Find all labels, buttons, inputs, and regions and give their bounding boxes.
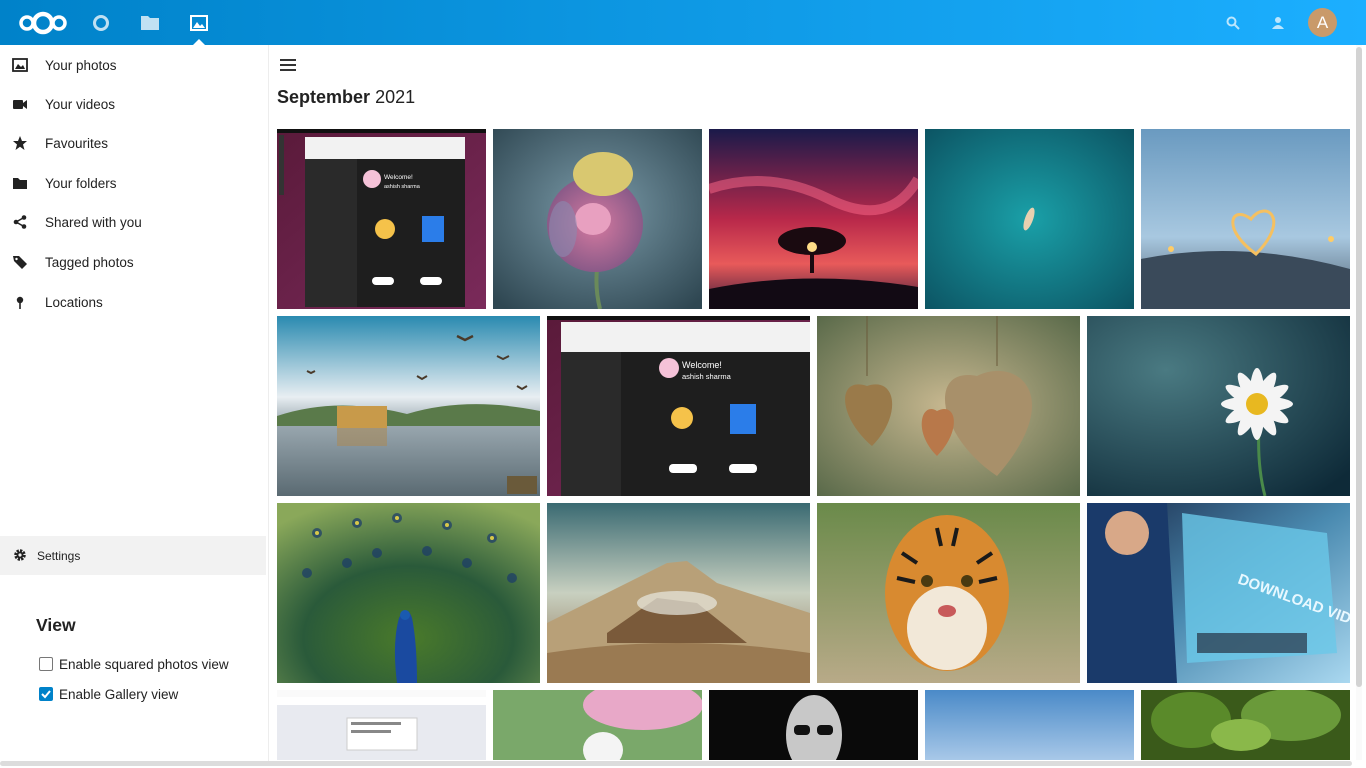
- star-icon: [13, 136, 27, 150]
- checkbox-unchecked[interactable]: [39, 657, 53, 671]
- check-icon: [41, 690, 51, 699]
- photo-woman-sunglasses[interactable]: [709, 690, 918, 760]
- gear-icon: [14, 549, 26, 561]
- nav-item-locations[interactable]: Locations: [0, 282, 269, 322]
- welcome-text: Welcome!: [384, 174, 413, 181]
- video-icon: [13, 100, 27, 109]
- photo-download-video[interactable]: DOWNLOAD VIDEO: [1087, 503, 1350, 683]
- view-settings-title: View: [36, 615, 76, 635]
- user-name-text: ashish sharma: [384, 184, 421, 190]
- photo-screenshot-welcome[interactable]: Welcome! ashish sharma: [277, 129, 486, 309]
- contacts-icon[interactable]: [1256, 0, 1300, 45]
- settings-button[interactable]: Settings: [0, 536, 266, 575]
- nav-item-tagged-photos[interactable]: Tagged photos: [0, 242, 269, 282]
- user-name-text-2: ashish sharma: [682, 372, 732, 381]
- photo-dog-blossoms[interactable]: [493, 690, 702, 760]
- photo-lake-palace-birds[interactable]: [277, 316, 540, 496]
- image-icon: [12, 58, 28, 72]
- gallery-view-checkbox[interactable]: Enable Gallery view: [39, 686, 178, 702]
- vertical-scrollbar-thumb[interactable]: [1356, 47, 1362, 687]
- month-heading: September 2021: [277, 87, 416, 107]
- photo-wooden-hearts[interactable]: [817, 316, 1080, 496]
- dashboard-app-icon[interactable]: [76, 0, 126, 45]
- photo-green-forest[interactable]: [1141, 690, 1350, 760]
- photo-tiger[interactable]: [817, 503, 1080, 683]
- photo-daisy[interactable]: [1087, 316, 1350, 496]
- photo-tree-sunset[interactable]: [709, 129, 918, 309]
- nav-item-your-photos[interactable]: Your photos: [0, 45, 269, 85]
- photo-volcano[interactable]: [547, 503, 810, 683]
- nav-item-your-videos[interactable]: Your videos: [0, 84, 269, 124]
- photo-browser-screenshot[interactable]: [277, 690, 486, 760]
- navigation-toggle-button[interactable]: [278, 55, 300, 75]
- menu-icon: [280, 59, 296, 71]
- share-icon: [13, 215, 27, 229]
- checkbox-checked[interactable]: [39, 687, 53, 701]
- photo-screenshot-welcome-2[interactable]: Welcome! ashish sharma: [547, 316, 810, 496]
- nav-item-favourites[interactable]: Favourites: [0, 123, 269, 163]
- nav-item-your-folders[interactable]: Your folders: [0, 163, 269, 203]
- user-avatar[interactable]: A: [1308, 8, 1337, 37]
- files-app-icon[interactable]: [125, 0, 175, 45]
- nav-item-shared-with-you[interactable]: Shared with you: [0, 202, 269, 242]
- photo-ocean-boat[interactable]: [925, 129, 1134, 309]
- squared-view-checkbox[interactable]: Enable squared photos view: [39, 656, 229, 672]
- app-navigation: Your photos Your videos Favourites Your …: [0, 45, 269, 763]
- photo-sky[interactable]: [925, 690, 1134, 760]
- tag-icon: [13, 256, 27, 269]
- nextcloud-logo-icon[interactable]: [18, 10, 68, 36]
- search-icon[interactable]: [1211, 0, 1255, 45]
- welcome-text-2: Welcome!: [682, 360, 722, 370]
- photos-app-icon[interactable]: [174, 0, 224, 45]
- map-marker-icon: [16, 296, 24, 309]
- horizontal-scrollbar[interactable]: [0, 761, 1352, 766]
- photo-heart-lights[interactable]: [1141, 129, 1350, 309]
- photo-peacock[interactable]: [277, 503, 540, 683]
- folder-icon: [13, 178, 27, 189]
- photo-rose[interactable]: [493, 129, 702, 309]
- top-header: A: [0, 0, 1366, 45]
